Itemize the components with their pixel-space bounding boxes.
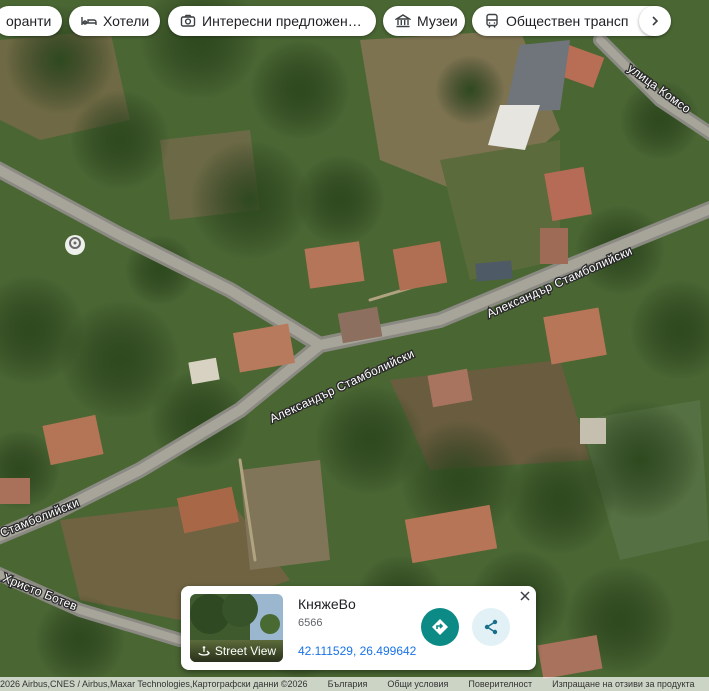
share-icon — [484, 619, 498, 635]
chip-label-transit: Обществен трансп — [506, 13, 629, 29]
street-view-thumbnail[interactable]: Street View — [190, 594, 283, 662]
chips-next-button[interactable] — [639, 6, 671, 36]
share-button[interactable] — [472, 608, 510, 646]
chip-transit[interactable]: Обществен трансп — [472, 6, 667, 36]
terms-link[interactable]: Общи условия — [387, 679, 448, 689]
chip-things-to-do[interactable]: Интересни предложен… — [168, 6, 376, 36]
chip-label-hotels: Хотели — [103, 13, 150, 29]
feedback-link[interactable]: Изпращане на отзиви за продукта — [552, 679, 694, 689]
street-view-icon — [197, 644, 211, 658]
chip-label-restaurants: оранти — [6, 13, 52, 29]
place-name: КняжеВо — [298, 596, 356, 612]
chip-museums[interactable]: Музеи — [383, 6, 465, 36]
transit-icon — [484, 13, 500, 29]
place-pin-icon — [65, 235, 85, 255]
chip-label-museums: Музеи — [417, 13, 458, 29]
museum-icon — [395, 13, 411, 29]
chevron-right-icon — [652, 16, 659, 26]
country-link[interactable]: България — [328, 679, 368, 689]
hotel-icon — [81, 13, 97, 29]
attribution-bar: 2026 Airbus,CNES / Airbus,Maxar Technolo… — [0, 677, 709, 691]
close-icon — [520, 591, 530, 601]
directions-icon — [432, 619, 448, 635]
category-chips: оранти Хотели Интересни предложен… Музеи… — [0, 6, 709, 38]
privacy-link[interactable]: Поверителност — [468, 679, 532, 689]
chip-hotels[interactable]: Хотели — [69, 6, 160, 36]
chip-label-things-to-do: Интересни предложен… — [202, 13, 362, 29]
postal-code: 6566 — [298, 617, 323, 629]
camera-icon — [180, 13, 196, 29]
chip-restaurants[interactable]: оранти — [0, 6, 62, 36]
street-view-text: Street View — [214, 644, 277, 658]
directions-button[interactable] — [421, 608, 459, 646]
close-card-button[interactable] — [517, 588, 533, 604]
imagery-attribution: 2026 Airbus,CNES / Airbus,Maxar Technolo… — [0, 679, 308, 689]
coordinates-link[interactable]: 42.111529, 26.499642 — [298, 644, 416, 658]
street-view-label: Street View — [190, 640, 283, 662]
place-info-card[interactable]: Street View КняжеВо 6566 42.111529, 26.4… — [181, 586, 536, 670]
